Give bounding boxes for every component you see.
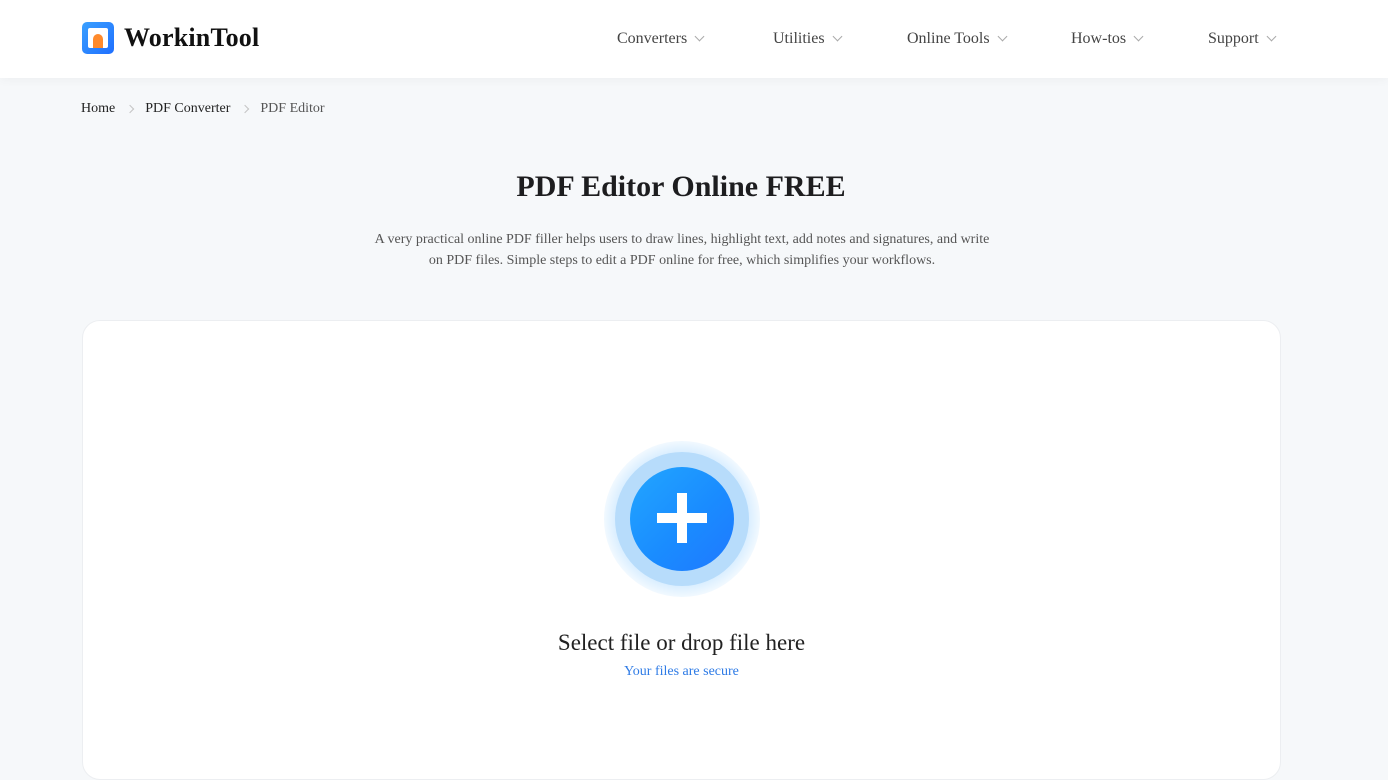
nav-item-label: Converters [617, 30, 688, 47]
nav-item-utilities[interactable]: Utilities [773, 30, 843, 48]
chevron-right-icon [241, 104, 250, 114]
files-secure-note: Your files are secure [624, 664, 739, 679]
upload-button-core [630, 467, 734, 571]
page-title-text: PDF Editor Online FREE [516, 170, 846, 203]
chevron-down-icon [997, 31, 1008, 41]
nav-item-label: Utilities [773, 30, 825, 47]
nav-item-how-tos[interactable]: How-tos [1071, 30, 1144, 48]
nav-item-label: How-tos [1071, 30, 1127, 47]
drop-zone-prompt[interactable]: Select file or drop file here [0, 630, 1363, 656]
brand-name: WorkinTool [124, 23, 260, 52]
chevron-down-icon [1133, 31, 1144, 41]
workintool-logo-icon [82, 22, 114, 54]
page-description: A very practical online PDF filler helps… [360, 229, 1004, 271]
chevron-right-icon [125, 104, 135, 114]
site-header: WorkinTool Converters Utilities Online T… [0, 0, 1388, 78]
breadcrumb-pdf-editor: PDF Editor [260, 101, 325, 116]
nav-item-converters[interactable]: Converters [617, 30, 705, 48]
description-line-1: A very practical online PDF filler helps… [374, 232, 990, 247]
nav-item-support[interactable]: Support [1208, 30, 1277, 48]
nav-item-label: Support [1208, 30, 1259, 47]
breadcrumb-pdf-converter[interactable]: PDF Converter [145, 101, 230, 117]
breadcrumb: Home PDF Converter PDF Editor [81, 101, 325, 117]
page-title: PDF Editor Online FREE [0, 170, 1388, 204]
chevron-down-icon [1266, 31, 1277, 41]
upload-file-button[interactable] [604, 441, 760, 597]
breadcrumb-home[interactable]: Home [81, 101, 115, 117]
description-line-2: on PDF files. Simple steps to edit a PDF… [428, 253, 936, 268]
nav-item-online-tools[interactable]: Online Tools [907, 30, 1008, 48]
chevron-down-icon [832, 31, 843, 41]
nav-item-label: Online Tools [907, 30, 990, 47]
logo[interactable]: WorkinTool [82, 22, 259, 54]
chevron-down-icon [694, 31, 705, 41]
